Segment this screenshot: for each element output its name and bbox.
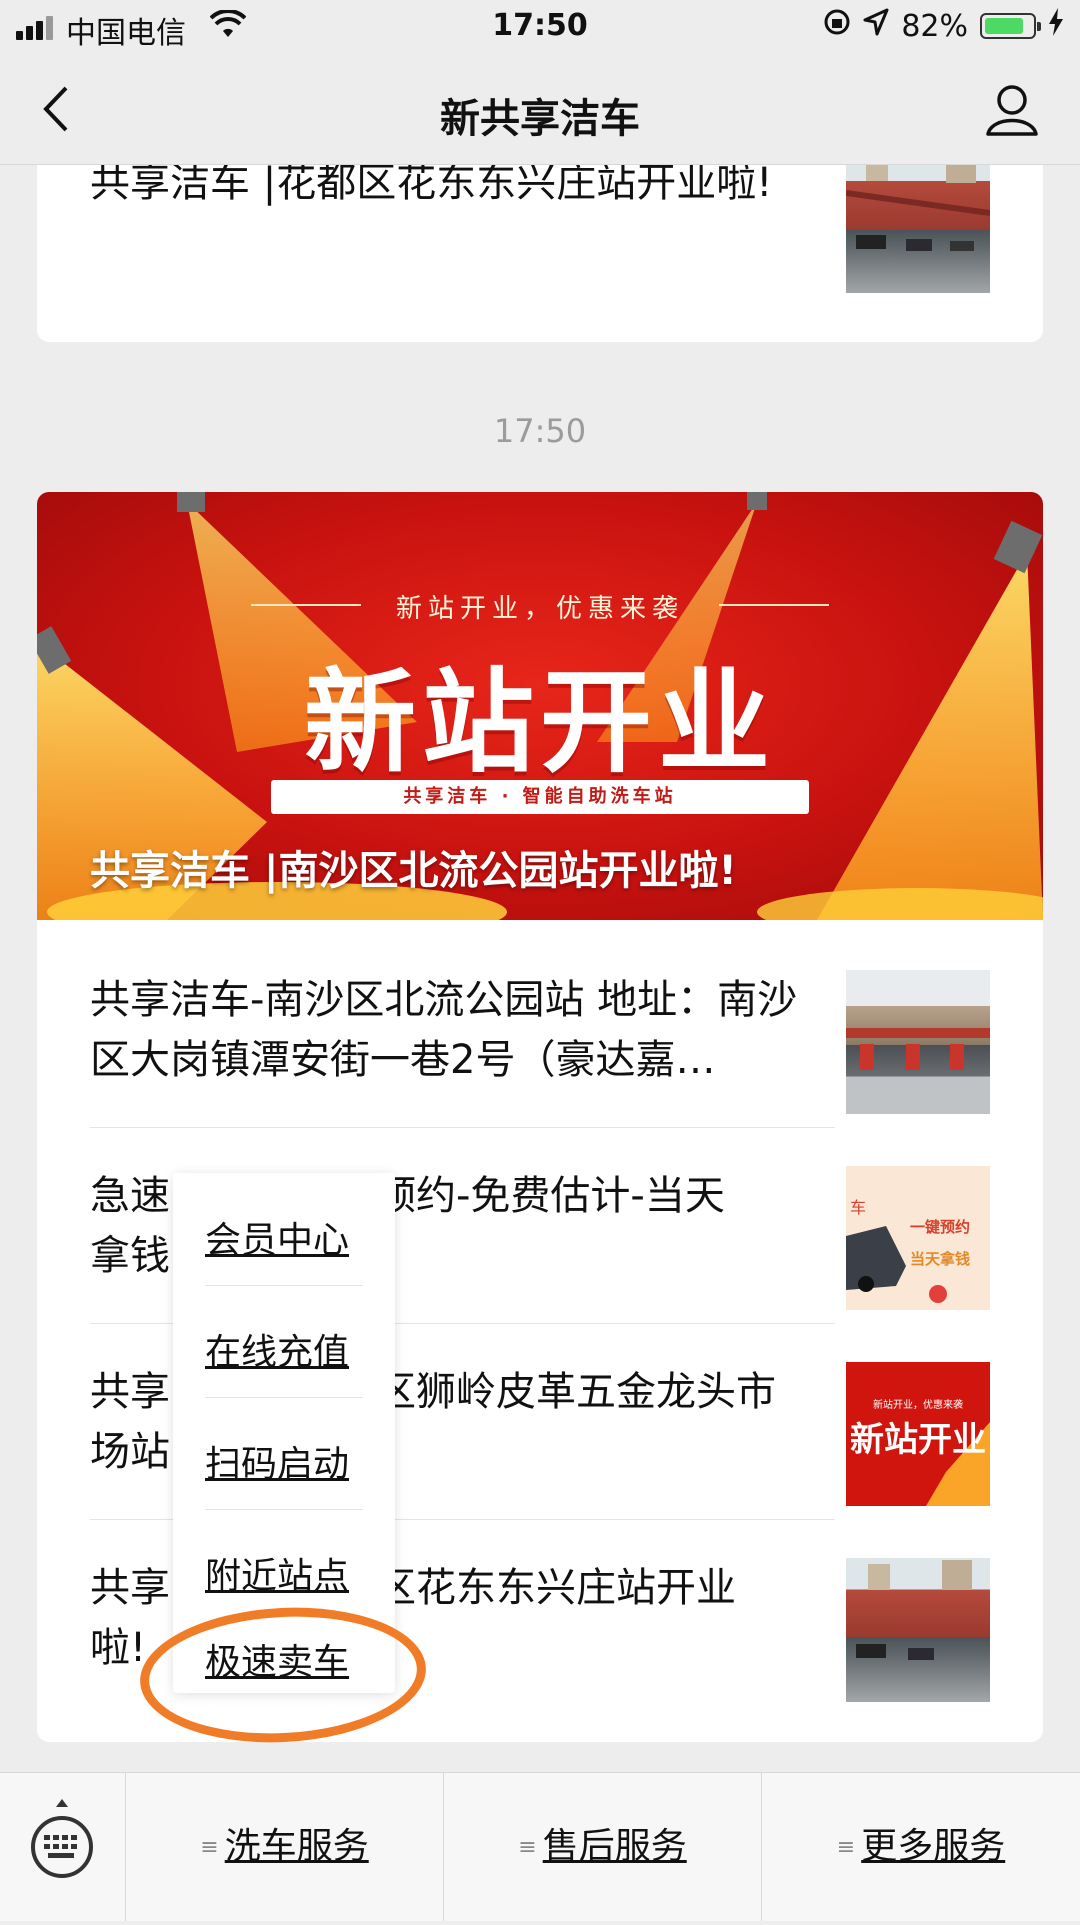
menu-lines-icon: ≡ [836,1835,856,1860]
menu-lines-icon: ≡ [200,1835,219,1860]
status-bar: 中国电信 17:50 82% [0,0,1080,56]
article-title-line2: 场站 [90,1429,170,1475]
thumb-label: 新站开业，优惠来袭 [873,1400,963,1411]
article-title-end: 预约-免费估计-当天 [376,1173,725,1219]
bottom-menu-bar: ≡ 洗车服务 ≡ 售后服务 ≡ 更多服务 [0,1772,1080,1921]
article-title[interactable]: 共享洁车 |花都区花东东兴庄站开业啦! [90,165,810,213]
banner-headline: 新站开业 [304,658,776,788]
banner-image[interactable]: 新站开业，优惠来袭 新站开业 共享洁车 · 智能自助洗车站 共享洁车 |南沙区北… [37,492,1043,920]
menu-divider [205,1285,363,1286]
article-thumbnail [846,970,990,1114]
article-thumbnail: 新站开业，优惠来袭 新站开业 [846,1362,990,1506]
article-title-line2: 拿钱 [90,1233,170,1279]
tab-after-sales-service[interactable]: ≡ 售后服务 [444,1773,762,1921]
article-thumbnail [846,1558,990,1702]
tab-more-services[interactable]: ≡ 更多服务 [762,1773,1080,1921]
divider [90,1127,835,1128]
location-icon [863,8,889,44]
thumb-label: 车 [850,1198,867,1217]
menu-divider [205,1397,363,1398]
message-timestamp: 17:50 [493,412,587,450]
tab-car-wash-service[interactable]: ≡ 洗车服务 [126,1773,444,1921]
charging-icon [1048,8,1064,44]
thumb-label: 当天拿钱 [910,1250,971,1268]
article-title-start: 共享 [90,1369,170,1415]
keyboard-icon[interactable] [0,1773,126,1921]
article-title-line2: 啦! [90,1625,147,1671]
banner-caption[interactable]: 共享洁车 |南沙区北流公园站开业啦! [90,838,737,896]
article-title-start: 急速 [90,1173,170,1219]
nav-bar: 新共享洁车 [0,56,1080,165]
article-title-end: 区花东东兴庄站开业 [376,1565,736,1611]
menu-item-nearby-stations[interactable]: 附近站点 [205,1547,363,1599]
page-title: 新共享洁车 [440,96,640,142]
user-icon[interactable] [984,82,1040,138]
list-item[interactable]: 共享洁车-南沙区北流公园站 地址：南沙区大岗镇潭安街一巷2号（豪达嘉… [90,970,990,1114]
banner-subtitle: 新站开业，优惠来袭 [395,594,684,624]
article-title-end: 区狮岭皮革五金龙头市 [376,1369,776,1415]
top-article-card[interactable]: 共享洁车 |花都区花东东兴庄站开业啦! [37,165,1043,342]
thumb-label: 一键预约 [910,1218,971,1236]
thumb-label: 新站开业 [850,1420,986,1460]
menu-item-scan-start[interactable]: 扫码启动 [205,1435,363,1487]
menu-item-member-center[interactable]: 会员中心 [205,1211,363,1263]
battery-icon [980,13,1041,39]
article-title-start: 共享 [90,1565,170,1611]
orientation-lock-icon [823,8,851,44]
menu-item-online-recharge[interactable]: 在线充值 [205,1323,363,1375]
menu-divider [205,1509,363,1510]
banner-strip: 共享洁车 · 智能自助洗车站 [271,780,809,814]
battery-percent: 82% [901,8,968,44]
menu-lines-icon: ≡ [518,1835,537,1860]
article-title[interactable]: 共享洁车-南沙区北流公园站 地址：南沙区大岗镇潭安街一巷2号（豪达嘉… [90,970,810,1090]
article-thumbnail [846,165,990,293]
article-thumbnail: 车 一键预约 当天拿钱 [846,1166,990,1310]
battery-fill [985,18,1023,34]
